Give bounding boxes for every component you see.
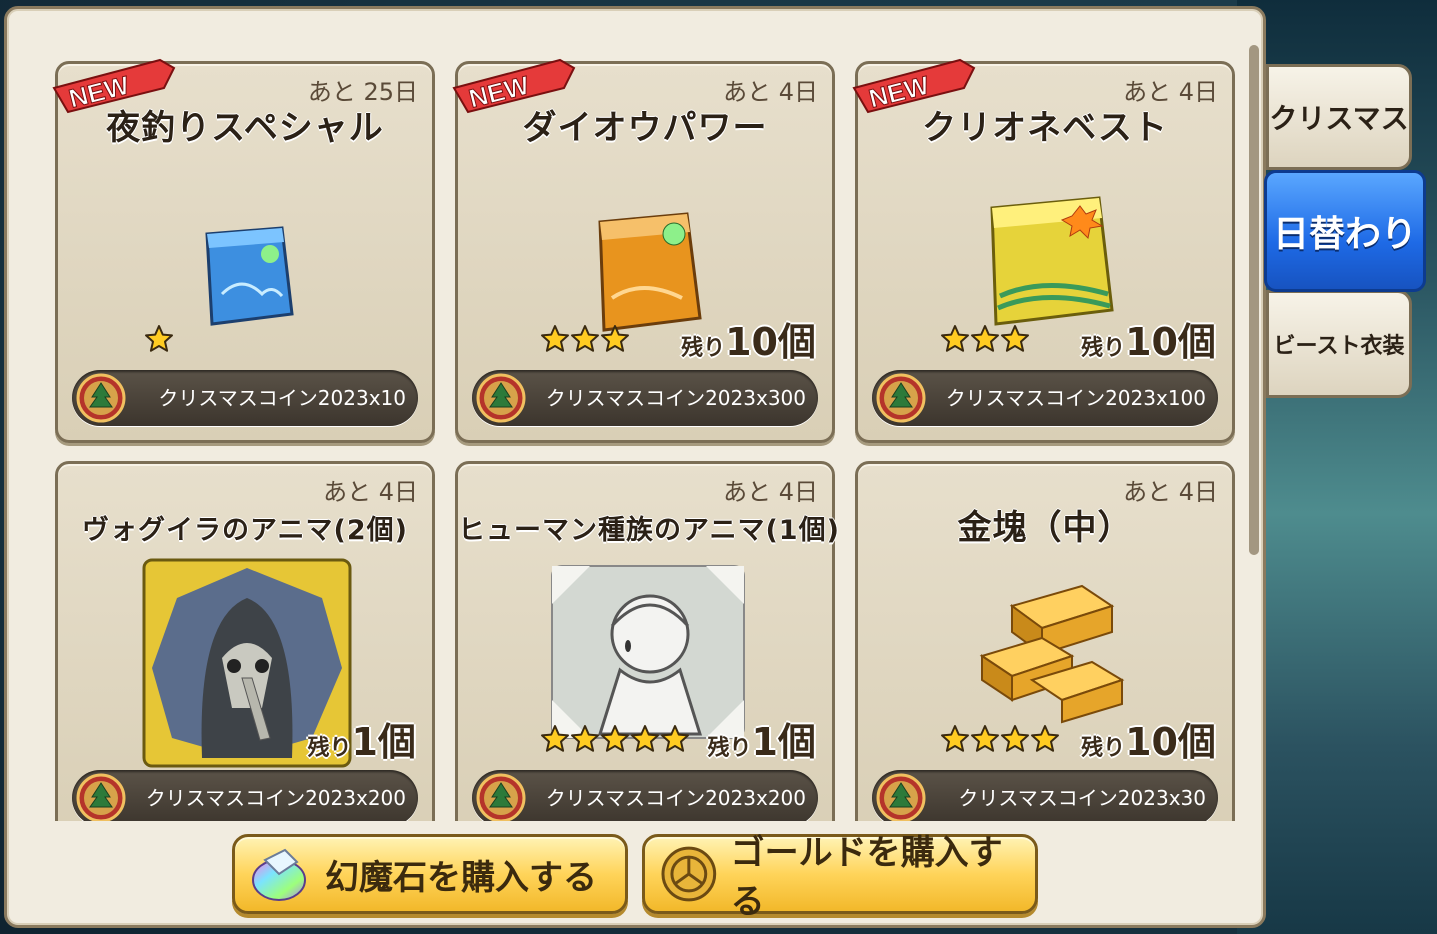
- price-button[interactable]: クリスマスコイン2023x200: [72, 770, 418, 821]
- price-text: クリスマスコイン2023x300: [545, 386, 806, 410]
- shop-item-card[interactable]: NEW あと 4日 ダイオウパワー 残り10個 クリスマスコイン2023x300: [452, 58, 835, 443]
- price-text: クリスマスコイン2023x30: [958, 786, 1206, 810]
- stock-label: 残り: [307, 736, 352, 761]
- item-grid[interactable]: NEW あと 25日 夜釣りスペシャル クリスマスコイン2023x10 NEW あと 4日…: [41, 49, 1241, 821]
- christmas-coin-icon: [876, 373, 926, 423]
- christmas-coin-icon: [76, 773, 126, 821]
- star-icon: [941, 325, 969, 352]
- buy-gems-label: 幻魔石を購入する: [325, 857, 597, 898]
- tab-beast-costume-label: ビースト衣装: [1273, 334, 1405, 359]
- star-icon: [631, 725, 659, 752]
- star-icon: [601, 325, 629, 352]
- scrollbar-thumb[interactable]: [1249, 45, 1259, 555]
- christmas-coin-icon: [876, 773, 926, 821]
- item-name: 金塊（中）: [957, 508, 1133, 548]
- star-icon: [1031, 725, 1059, 752]
- star-icon: [1001, 325, 1029, 352]
- stock-label: 残り: [1081, 336, 1126, 361]
- stock-remaining: 残り10個: [1081, 311, 1216, 366]
- remaining-days: あと 4日: [323, 478, 418, 506]
- stock-count: 1個: [751, 720, 816, 764]
- rarity-stars: [940, 324, 1030, 354]
- tab-christmas-label: クリスマス: [1269, 102, 1409, 135]
- star-icon: [661, 725, 689, 752]
- stock-label: 残り: [707, 736, 752, 761]
- item-name: ダイオウパワー: [522, 108, 768, 148]
- gold-bars-icon: [979, 584, 1125, 724]
- gem-icon: [252, 848, 306, 901]
- rarity-stars: [540, 724, 690, 754]
- price-text: クリスマスコイン2023x10: [158, 386, 406, 410]
- star-icon: [971, 325, 999, 352]
- shop-item-card[interactable]: NEW あと 25日 夜釣りスペシャル クリスマスコイン2023x10: [52, 58, 435, 443]
- shop-item-card[interactable]: NEW あと 4日 クリオネベスト 残り10個 クリスマスコイン2023x100: [852, 58, 1235, 443]
- buy-gems-button[interactable]: 幻魔石を購入する: [232, 834, 628, 914]
- price-button[interactable]: クリスマスコイン2023x300: [472, 370, 818, 426]
- item-name: ヴォグイラのアニマ(2個): [82, 515, 408, 546]
- scrollbar[interactable]: [1249, 45, 1259, 555]
- price-button[interactable]: クリスマスコイン2023x30: [872, 770, 1218, 821]
- tab-daily-label: 日替わり: [1272, 214, 1417, 255]
- stock-remaining: 残り1個: [308, 711, 416, 766]
- item-art: [972, 576, 1132, 730]
- shop-panel: NEW あと 25日 夜釣りスペシャル クリスマスコイン2023x10 NEW あと 4日…: [4, 6, 1266, 928]
- remaining-days: あと 4日: [723, 478, 818, 506]
- shop-item-card[interactable]: あと 4日 金塊（中） 残り10個 クリスマスコイン2023x30: [855, 461, 1235, 821]
- rarity-stars: [940, 724, 1060, 754]
- star-icon: [941, 725, 969, 752]
- price-button[interactable]: クリスマスコイン2023x100: [872, 370, 1218, 426]
- item-name: 夜釣りスペシャル: [106, 108, 384, 148]
- item-name: クリオネベスト: [922, 108, 1168, 148]
- christmas-coin-icon: [476, 373, 526, 423]
- christmas-coin-icon: [476, 773, 526, 821]
- stock-remaining: 残り1個: [708, 711, 816, 766]
- christmas-coin-icon: [76, 373, 126, 423]
- stock-count: 10個: [725, 320, 816, 364]
- item-name: ヒューマン種族のアニマ(1個): [458, 515, 840, 546]
- price-button[interactable]: クリスマスコイン2023x10: [72, 370, 418, 426]
- stock-remaining: 残り10個: [1081, 711, 1216, 766]
- price-text: クリスマスコイン2023x200: [145, 786, 406, 810]
- star-icon: [541, 325, 569, 352]
- star-icon: [971, 725, 999, 752]
- buy-gold-button[interactable]: ゴールドを購入する: [642, 833, 1038, 922]
- star-icon: [145, 325, 173, 352]
- shop-item-card[interactable]: あと 4日ヴォグイラのアニマ(2個) 残り1個クリスマスコイン2023x200: [55, 461, 435, 821]
- tab-daily[interactable]: 日替わり: [1264, 170, 1426, 292]
- rarity-stars: [144, 324, 174, 354]
- shop-item-card[interactable]: あと 4日ヒューマン種族のアニマ(1個) 残り1個クリスマスコイン2023x200: [455, 461, 840, 821]
- star-icon: [571, 325, 599, 352]
- stock-count: 1個: [351, 720, 416, 764]
- buy-gold-label: ゴールドを購入する: [730, 833, 1003, 922]
- gold-coin-icon: [661, 846, 717, 902]
- price-text: クリスマスコイン2023x100: [945, 386, 1206, 410]
- price-text: クリスマスコイン2023x200: [545, 786, 806, 810]
- stock-count: 10個: [1125, 720, 1216, 764]
- stock-count: 10個: [1125, 320, 1216, 364]
- price-button[interactable]: クリスマスコイン2023x200: [472, 770, 818, 821]
- star-icon: [541, 725, 569, 752]
- stock-label: 残り: [681, 336, 726, 361]
- rarity-stars: [540, 324, 630, 354]
- stock-label: 残り: [1081, 736, 1126, 761]
- blue-bait-bag-icon: [205, 226, 294, 326]
- star-icon: [571, 725, 599, 752]
- star-icon: [1001, 725, 1029, 752]
- tab-beast-costume[interactable]: ビースト衣装: [1266, 290, 1412, 398]
- item-art: [192, 214, 302, 338]
- tab-christmas[interactable]: クリスマス: [1266, 64, 1412, 170]
- stock-remaining: 残り10個: [681, 311, 816, 366]
- star-icon: [601, 725, 629, 752]
